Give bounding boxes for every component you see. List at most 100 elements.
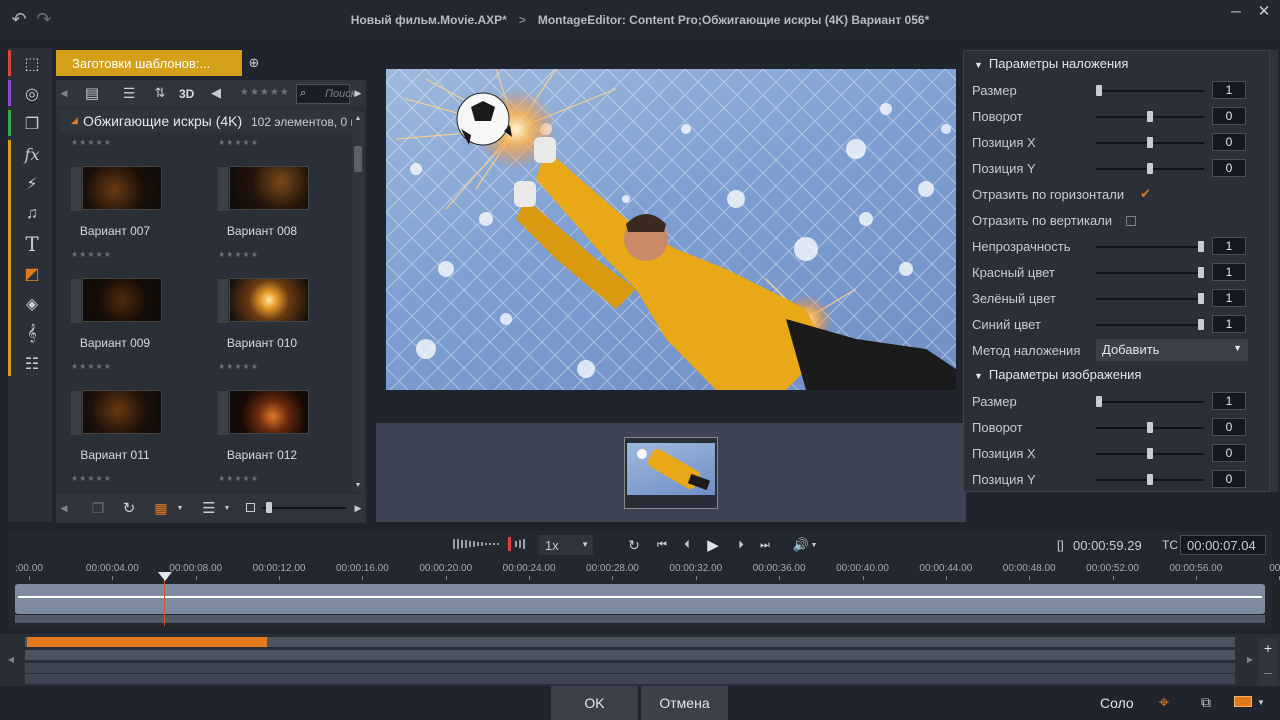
thumb-size-slider[interactable] [262,502,346,513]
step-forward-icon[interactable]: ⏵ [732,536,750,554]
template-thumbnail[interactable] [71,278,162,323]
volume-icon[interactable]: 🔊 [791,536,811,554]
timeline-track[interactable] [25,674,1235,684]
preview-image[interactable] [386,69,956,390]
timeline-track[interactable] [25,663,1235,673]
color-swatch[interactable] [1234,696,1252,707]
slider-knob[interactable] [1198,319,1204,330]
blend-mode-select[interactable]: Добавить ▼ [1096,339,1248,361]
template-thumbnail[interactable] [218,390,309,435]
scroll-thumb[interactable] [354,146,362,172]
search-box[interactable]: ⌕ Поиск [296,84,356,104]
green-input[interactable]: 1 [1212,289,1246,307]
slider-knob[interactable] [266,502,272,513]
properties-scrollbar[interactable] [1270,50,1278,492]
playhead-handle-icon[interactable] [158,572,172,581]
slider-knob[interactable] [1198,241,1204,252]
close-icon[interactable]: ✕ [1254,2,1274,20]
timeline-clip[interactable] [27,637,267,647]
overlay-rotation-slider[interactable] [1096,111,1204,122]
pin-icon[interactable]: ⊕ [244,54,264,72]
template-label[interactable]: Вариант 010 [207,336,317,350]
folder-icon[interactable]: ▤ [82,84,102,102]
slider-knob[interactable] [1198,293,1204,304]
image-posx-slider[interactable] [1096,448,1204,459]
shuttle-control[interactable] [453,537,529,551]
3d-filter[interactable]: 3D [179,87,194,101]
film-reel-icon[interactable]: ◎ [12,80,52,108]
refresh-icon[interactable]: ↻ [119,498,139,518]
timeline-scroll-left-icon[interactable]: ◀ [4,652,18,666]
cancel-button[interactable]: Отмена [641,686,728,720]
overlay-posy-input[interactable]: 0 [1212,159,1246,177]
blue-slider[interactable] [1096,319,1204,330]
overlay-params-header[interactable]: ▼ Параметры наложения [974,56,1128,71]
overlay-posx-input[interactable]: 0 [1212,133,1246,151]
timeline-track[interactable] [25,650,1235,660]
menu-icon[interactable]: ☰ [199,498,219,518]
chevron-down-icon[interactable]: ▼ [1256,696,1266,708]
chevron-down-icon[interactable]: ▼ [175,500,185,516]
zoom-in-icon[interactable]: + [1261,640,1275,656]
play-icon[interactable]: ▶ [703,535,723,555]
lightning-icon[interactable]: ⚡ [12,170,52,198]
opacity-slider[interactable] [1096,241,1204,252]
template-thumbnail[interactable] [71,390,162,435]
image-size-input[interactable]: 1 [1212,392,1246,410]
image-posy-input[interactable]: 0 [1212,470,1246,488]
library-tab[interactable]: Заготовки шаблонов:... [56,50,242,76]
go-to-end-icon[interactable]: ⏭ [756,536,774,554]
overlay-size-slider[interactable] [1096,85,1204,96]
scroll-up-icon[interactable]: ▲ [352,113,364,123]
slider-knob[interactable] [1147,448,1153,459]
image-posy-slider[interactable] [1096,474,1204,485]
scrub-scrollbar[interactable] [15,615,1265,623]
title-text-icon[interactable]: T [12,230,52,258]
collection-header[interactable]: ◢ Обжигающие искры (4K) 102 элементов, 0… [60,110,357,132]
ok-button[interactable]: OK [551,686,638,720]
blue-input[interactable]: 1 [1212,315,1246,333]
loop-icon[interactable]: ↻ [624,536,644,554]
opacity-input[interactable]: 1 [1212,237,1246,255]
image-posx-input[interactable]: 0 [1212,444,1246,462]
thumb-size-small-icon[interactable] [246,503,255,512]
flip-horizontal-checkbox[interactable]: ✔ [1140,187,1151,200]
scroll-down-icon[interactable]: ▼ [352,480,364,490]
template-thumbnail[interactable] [218,166,309,211]
audio-clef-icon[interactable]: 𝄞 [12,320,52,348]
go-to-start-icon[interactable]: ⏮ [653,536,671,554]
speed-select[interactable]: 1x ▼ [539,535,593,555]
target-icon[interactable]: ⌖ [1153,690,1175,714]
slider-knob[interactable] [1147,111,1153,122]
music-note-icon[interactable]: ♫ [12,200,52,228]
timeline-scroll-right-icon[interactable]: ▶ [1243,652,1257,666]
slider-knob[interactable] [1147,474,1153,485]
overlay-size-input[interactable]: 1 [1212,81,1246,99]
slider-knob[interactable] [1096,396,1102,407]
slider-knob[interactable] [1198,267,1204,278]
chevron-down-icon[interactable]: ▼ [222,500,232,516]
template-thumbnail[interactable] [218,278,309,323]
list-view-icon[interactable]: ☰ [117,84,141,102]
chevron-down-icon[interactable]: ▼ [810,538,818,552]
slider-knob[interactable] [1147,163,1153,174]
solo-label[interactable]: Соло [1100,695,1134,711]
zoom-out-icon[interactable]: – [1261,664,1275,680]
export-icon[interactable]: ⧉ [1195,692,1217,712]
template-label[interactable]: Вариант 012 [207,448,317,462]
template-label[interactable]: Вариант 008 [207,224,317,238]
image-rotation-input[interactable]: 0 [1212,418,1246,436]
copy-icon[interactable]: ❐ [88,498,108,518]
image-size-slider[interactable] [1096,396,1204,407]
media-icon[interactable]: ⬚ [12,50,52,78]
scroll-left-icon[interactable]: ◀ [58,500,70,516]
stack-icon[interactable]: ❐ [12,110,52,138]
template-label[interactable]: Вариант 009 [60,336,170,350]
red-slider[interactable] [1096,267,1204,278]
rating-filter[interactable]: ★★★★★ [240,87,290,98]
piano-icon[interactable]: ☷ [12,350,52,378]
sort-icon[interactable]: ⇅ [148,84,172,102]
overlay-posx-slider[interactable] [1096,137,1204,148]
fx-icon[interactable]: fx [12,140,52,168]
slider-knob[interactable] [1147,137,1153,148]
